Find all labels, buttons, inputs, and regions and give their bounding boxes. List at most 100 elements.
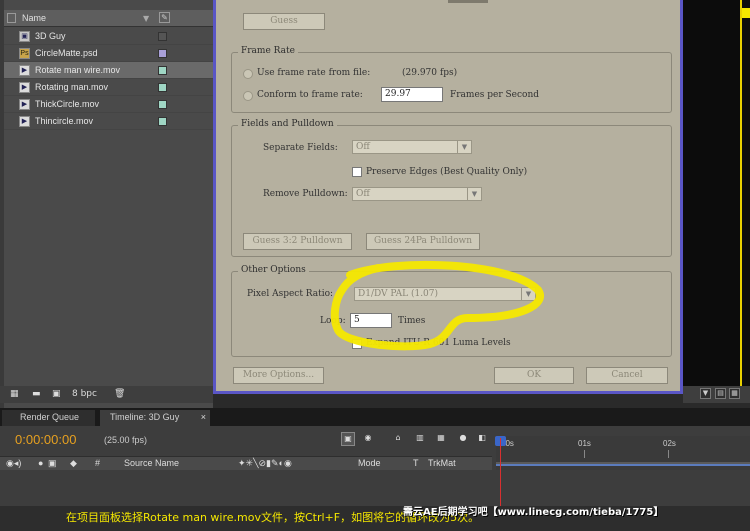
- comp-mini-flowchart-icon[interactable]: ▣: [341, 432, 355, 446]
- dropdown-arrow-icon[interactable]: ▼: [700, 388, 711, 399]
- separate-fields-value: Off: [356, 142, 370, 152]
- expand-luma-checkbox[interactable]: [352, 339, 362, 349]
- project-item-row[interactable]: ▶ Thincircle.mov: [4, 113, 213, 130]
- loop-times-label: Times: [398, 316, 426, 326]
- project-item-row[interactable]: ▶ ThickCircle.mov: [4, 96, 213, 113]
- label-color-swatch[interactable]: [158, 66, 167, 75]
- guess-32-pulldown-button[interactable]: Guess 3:2 Pulldown: [243, 233, 352, 250]
- project-item-name: Rotate man wire.mov: [35, 65, 121, 75]
- movie-file-icon: ▶: [19, 65, 30, 76]
- fields-pulldown-title: Fields and Pulldown: [238, 119, 337, 129]
- guess-24pa-pulldown-button[interactable]: Guess 24Pa Pulldown: [366, 233, 480, 250]
- new-comp-icon[interactable]: ▣: [52, 389, 61, 399]
- tag-icon: [7, 13, 16, 23]
- label-icon[interactable]: ◆: [70, 458, 77, 469]
- trash-icon[interactable]: 🗑: [114, 389, 125, 399]
- tab-render-queue[interactable]: Render Queue: [2, 410, 95, 426]
- label-color-swatch[interactable]: [158, 117, 167, 126]
- project-item-name: 3D Guy: [35, 31, 66, 41]
- project-item-name: ThickCircle.mov: [35, 99, 100, 109]
- sort-arrow-icon[interactable]: ▼: [143, 14, 149, 23]
- preserve-edges-label: Preserve Edges (Best Quality Only): [366, 167, 528, 177]
- expand-luma-label: Expand ITU-R 601 Luma Levels: [366, 338, 511, 348]
- work-area-range[interactable]: [496, 464, 750, 466]
- use-file-rate-label: Use frame rate from file:: [257, 68, 371, 78]
- tab-timeline[interactable]: Timeline: 3D Guy ×: [100, 410, 210, 426]
- loop-count-input[interactable]: 5: [350, 313, 392, 328]
- file-rate-value: (29.970 fps): [402, 68, 458, 78]
- pixel-aspect-label: Pixel Aspect Ratio:: [247, 289, 334, 299]
- time-ruler[interactable]: 00s 01s 02s: [496, 436, 750, 470]
- label-color-swatch[interactable]: [158, 32, 167, 41]
- project-column-header[interactable]: Name ▼ ✎: [4, 10, 213, 27]
- movie-file-icon: ▶: [19, 116, 30, 127]
- current-time-display[interactable]: 0:00:00:00: [15, 432, 76, 447]
- use-file-rate-radio[interactable]: [243, 69, 253, 79]
- bit-depth-label[interactable]: 8 bpc: [72, 389, 97, 399]
- lock-icon[interactable]: ▣: [48, 458, 57, 469]
- other-options-title: Other Options: [238, 265, 309, 275]
- source-name-column[interactable]: Source Name: [124, 458, 179, 468]
- interpret-footage-dialog: Guess Frame Rate Use frame rate from fil…: [213, 0, 683, 394]
- field-stub: [448, 0, 488, 3]
- switches-icon[interactable]: ✦✳╲⊘▮✎◐◉: [238, 458, 292, 469]
- ok-button[interactable]: OK: [494, 367, 574, 384]
- loop-label: Loop:: [320, 316, 346, 326]
- view-options-icon[interactable]: ▤: [715, 388, 726, 399]
- graph-editor-icon[interactable]: ◧: [475, 432, 489, 446]
- guess-alpha-button[interactable]: Guess: [243, 13, 325, 30]
- label-color-swatch[interactable]: [158, 83, 167, 92]
- chevron-down-icon: ▼: [521, 288, 535, 300]
- project-item-row[interactable]: ▣ 3D Guy: [4, 28, 213, 45]
- tab-label: Render Queue: [20, 412, 80, 422]
- mode-column[interactable]: Mode: [358, 458, 381, 468]
- preserve-transparency-column[interactable]: T: [413, 458, 419, 468]
- viewer-footer: ▼ ▤ ▦: [683, 386, 750, 403]
- ruler-tick: [584, 450, 585, 458]
- composition-icon: ▣: [19, 31, 30, 42]
- project-panel: Name ▼ ✎ ▣ 3D Guy Ps CircleMatte.psd ▶ Rotate…: [0, 0, 213, 408]
- remove-pulldown-value: Off: [356, 189, 370, 199]
- project-item-name: CircleMatte.psd: [35, 48, 98, 58]
- conform-rate-input[interactable]: 29.97: [381, 87, 443, 102]
- chevron-down-icon: ▼: [457, 141, 471, 153]
- label-color-swatch[interactable]: [158, 100, 167, 109]
- more-options-button[interactable]: More Options...: [233, 367, 324, 384]
- layer-number-column: #: [95, 458, 101, 468]
- movie-file-icon: ▶: [19, 82, 30, 93]
- label-column-icon[interactable]: ✎: [159, 12, 170, 23]
- close-icon[interactable]: ×: [201, 410, 206, 425]
- project-item-name: Rotating man.mov: [35, 82, 109, 92]
- preserve-edges-checkbox[interactable]: [352, 167, 362, 177]
- frame-blending-icon[interactable]: ▦: [434, 432, 448, 446]
- draft-3d-icon[interactable]: ⌂: [391, 432, 405, 446]
- interpret-footage-icon[interactable]: ▦: [10, 389, 19, 399]
- label-color-swatch[interactable]: [158, 49, 167, 58]
- shy-layers-icon[interactable]: ▥: [413, 432, 427, 446]
- ruler-tick: [668, 450, 669, 458]
- solo-icon[interactable]: ●: [38, 458, 43, 468]
- project-item-row[interactable]: Ps CircleMatte.psd: [4, 45, 213, 62]
- frames-per-second-label: Frames per Second: [450, 90, 540, 100]
- live-update-icon[interactable]: ◉: [361, 432, 375, 446]
- layer-column-header: ◉◂) ● ▣ ◆ # Source Name ✦✳╲⊘▮✎◐◉ Mode T …: [0, 456, 492, 470]
- frame-rate-title: Frame Rate: [238, 46, 298, 56]
- track-matte-column[interactable]: TrkMat: [428, 458, 456, 468]
- viewer-marker: [742, 8, 750, 18]
- project-item-list: ▣ 3D Guy Ps CircleMatte.psd ▶ Rotate man wire…: [4, 28, 213, 130]
- av-features-icon[interactable]: ◉◂): [6, 458, 21, 469]
- new-folder-icon[interactable]: ▬: [32, 389, 41, 399]
- conform-rate-radio[interactable]: [243, 91, 253, 101]
- separate-fields-select[interactable]: Off ▼: [352, 140, 472, 154]
- motion-blur-icon[interactable]: ●: [456, 432, 470, 446]
- psd-file-icon: Ps: [19, 48, 30, 59]
- pixel-aspect-select[interactable]: D1/DV PAL (1.07) ▼: [354, 287, 536, 301]
- project-item-row[interactable]: ▶ Rotating man.mov: [4, 79, 213, 96]
- name-column-label[interactable]: Name: [22, 13, 46, 23]
- composition-viewer: [683, 0, 750, 400]
- project-item-row[interactable]: ▶ Rotate man wire.mov: [4, 62, 213, 79]
- remove-pulldown-select[interactable]: Off ▼: [352, 187, 482, 201]
- cancel-button[interactable]: Cancel: [586, 367, 668, 384]
- movie-file-icon: ▶: [19, 99, 30, 110]
- grid-icon[interactable]: ▦: [729, 388, 740, 399]
